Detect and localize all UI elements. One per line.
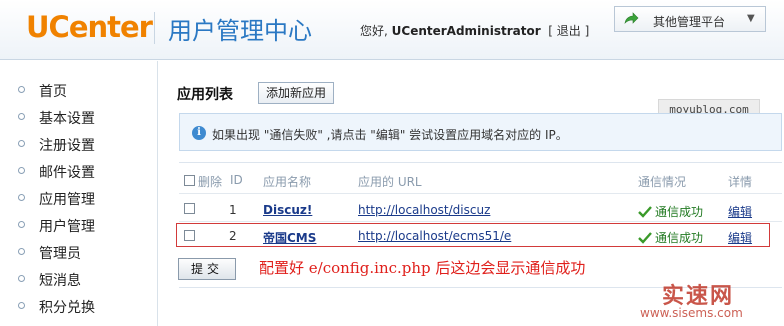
platform-switcher-dropdown[interactable]: 其他管理平台 ▼ — [614, 6, 766, 32]
bullet-icon — [18, 302, 25, 309]
bullet-icon — [18, 113, 25, 120]
info-icon: i — [192, 126, 206, 140]
column-header-name: 应用名称 — [263, 175, 312, 189]
header-bar: UCenter 用户管理中心 您好, UCenterAdministrator … — [0, 0, 784, 60]
bullet-icon — [18, 221, 25, 228]
app-name-link[interactable]: Discuz! — [263, 203, 312, 217]
logo-divider — [154, 12, 155, 44]
add-app-button[interactable]: 添加新应用 — [258, 82, 334, 104]
sidebar-item-credit-exchange[interactable]: 积分兑换 — [18, 297, 148, 317]
forward-arrow-icon — [624, 12, 639, 24]
sidebar-item-basic-settings[interactable]: 基本设置 — [18, 108, 148, 128]
product-title: 用户管理中心 — [168, 17, 312, 45]
greeting-text: 您好, — [360, 24, 388, 38]
column-header-url: 应用的 URL — [358, 175, 422, 189]
ucenter-logo[interactable]: UCenter — [26, 10, 153, 44]
bullet-icon — [18, 275, 25, 282]
sidebar-item-user-management[interactable]: 用户管理 — [18, 216, 148, 236]
app-id: 1 — [229, 203, 237, 217]
select-all-checkbox[interactable] — [184, 175, 195, 186]
sidebar-item-administrators[interactable]: 管理员 — [18, 243, 148, 263]
sidebar-nav: 首页 基本设置 注册设置 邮件设置 应用管理 用户管理 管理员 短消息 积分兑换 — [0, 61, 158, 326]
platform-label: 其他管理平台 — [653, 15, 726, 29]
sidebar-item-messages[interactable]: 短消息 — [18, 270, 148, 290]
username: UCenterAdministrator — [391, 24, 541, 38]
info-text: 如果出现 "通信失败" ,请点击 "编辑" 尝试设置应用域名对应的 IP。 — [212, 128, 568, 142]
annotation-highlight-box — [176, 223, 770, 247]
edit-link[interactable]: 编辑 — [728, 203, 752, 220]
logout-link[interactable]: [ 退出 ] — [548, 24, 589, 38]
row-divider — [179, 221, 782, 222]
chevron-down-icon: ▼ — [747, 13, 755, 24]
info-notice: i 如果出现 "通信失败" ,请点击 "编辑" 尝试设置应用域名对应的 IP。 — [179, 113, 782, 151]
submit-button[interactable]: 提交 — [178, 258, 236, 280]
sidebar-item-mail-settings[interactable]: 邮件设置 — [18, 162, 148, 182]
app-url-link[interactable]: http://localhost/discuz — [358, 203, 490, 217]
status-text: 通信成功 — [655, 205, 704, 219]
table-top-divider — [179, 162, 782, 163]
page-title: 应用列表 — [177, 87, 233, 103]
bullet-icon — [18, 194, 25, 201]
sidebar-item-label: 短消息 — [39, 273, 81, 289]
bullet-icon — [18, 167, 25, 174]
brand-watermark-url: www.sisems.com — [640, 306, 743, 320]
bullet-icon — [18, 248, 25, 255]
sidebar-item-label: 注册设置 — [39, 138, 95, 154]
sidebar-item-label: 应用管理 — [39, 192, 95, 208]
user-greeting: 您好, UCenterAdministrator [ 退出 ] — [360, 22, 589, 39]
row-divider — [179, 193, 782, 194]
sidebar-item-label: 管理员 — [39, 246, 81, 262]
column-header-detail: 详情 — [728, 175, 753, 189]
sidebar-item-label: 用户管理 — [39, 219, 95, 235]
bullet-icon — [18, 86, 25, 93]
sidebar-item-register-settings[interactable]: 注册设置 — [18, 135, 148, 155]
check-icon — [638, 206, 652, 218]
annotation-note: 配置好 e/config.inc.php 后这边会显示通信成功 — [259, 259, 586, 277]
sidebar-item-label: 邮件设置 — [39, 165, 95, 181]
sidebar-item-label: 首页 — [39, 84, 67, 100]
status-badge: 通信成功 — [638, 203, 703, 220]
column-header-id: ID — [230, 173, 243, 187]
sidebar-item-label: 积分兑换 — [39, 300, 95, 316]
row-checkbox[interactable] — [184, 203, 195, 214]
sidebar-item-label: 基本设置 — [39, 111, 95, 127]
column-header-status: 通信情况 — [638, 175, 687, 189]
column-header-delete: 删除 — [198, 175, 223, 189]
sidebar-item-home[interactable]: 首页 — [18, 81, 148, 101]
sidebar-item-app-management[interactable]: 应用管理 — [18, 189, 148, 209]
bullet-icon — [18, 140, 25, 147]
